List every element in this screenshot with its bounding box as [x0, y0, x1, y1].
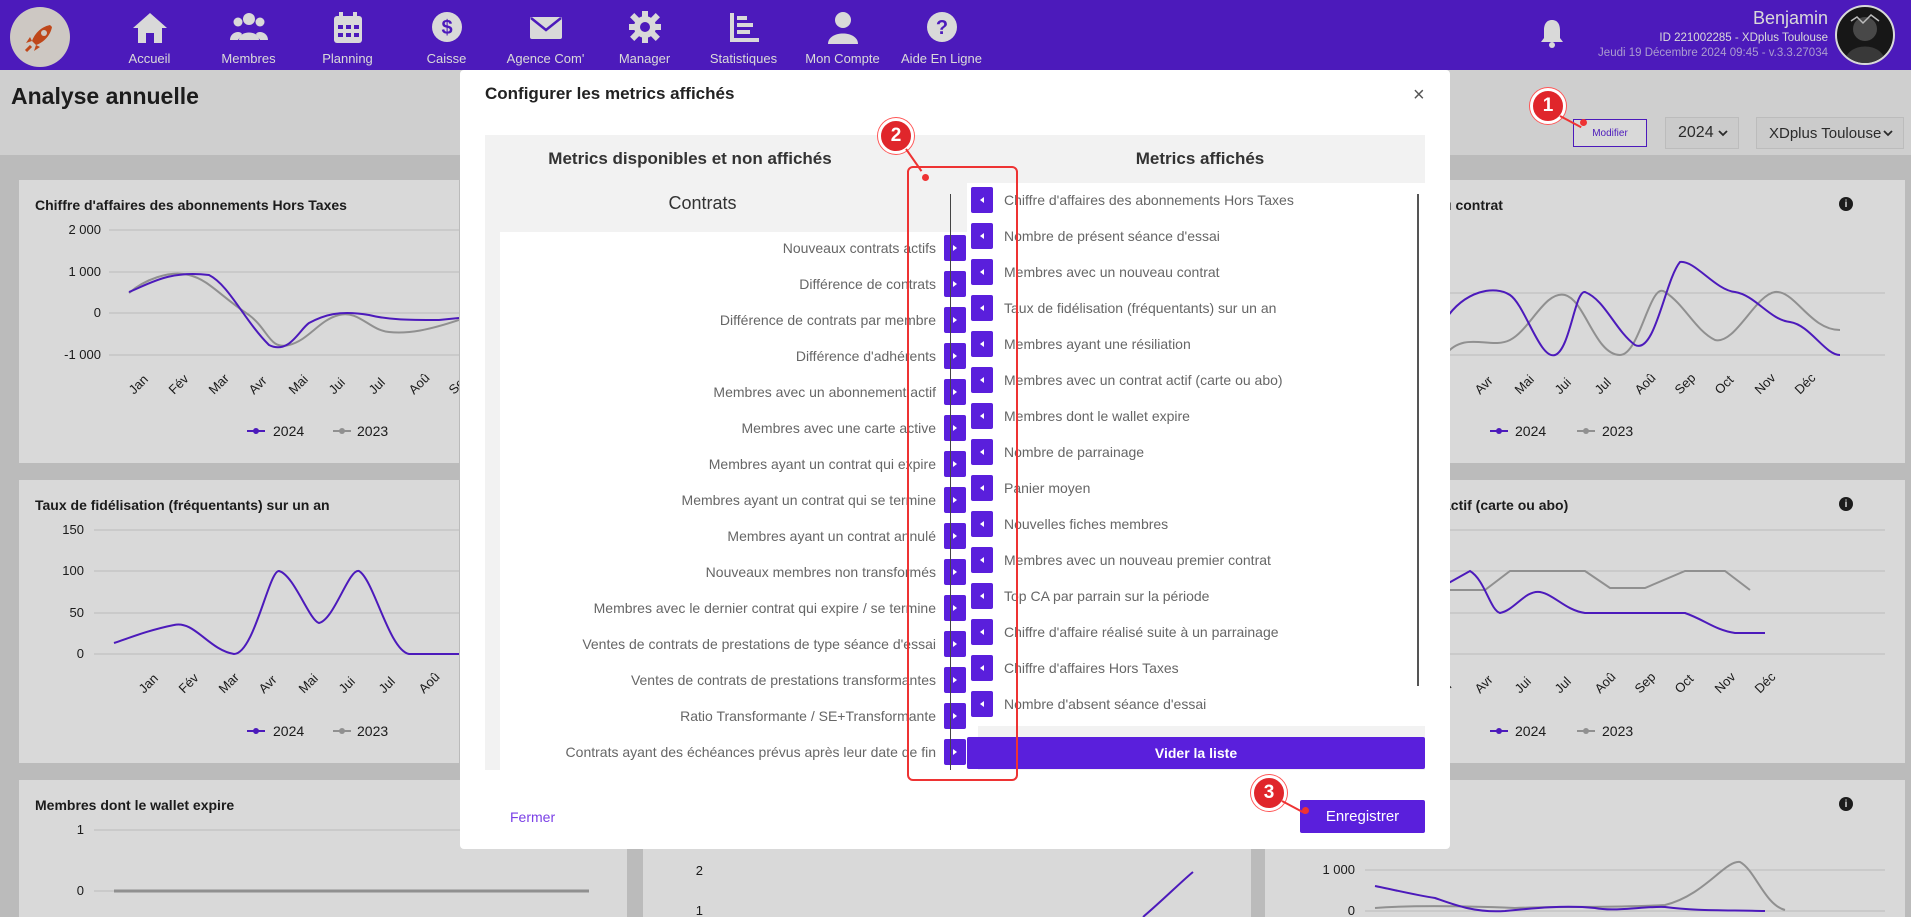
- metric-label: Chiffre d'affaires des abonnements Hors …: [1004, 192, 1294, 208]
- metric-label: Ventes de contrats de prestations de typ…: [582, 636, 936, 652]
- annotation-badge-1: 1: [1530, 88, 1566, 124]
- metric-label: Ratio Transformante / SE+Transformante: [680, 708, 936, 724]
- save-button[interactable]: Enregistrer: [1300, 800, 1425, 833]
- annotation-dot: [1580, 119, 1587, 126]
- metric-label: Top CA par parrain sur la période: [1004, 588, 1210, 604]
- metric-label: Membres ayant un contrat qui se termine: [681, 492, 936, 508]
- metric-label: Membres avec un abonnement actif: [713, 384, 936, 400]
- metric-label: Membres ayant une résiliation: [1004, 336, 1191, 352]
- metric-label: Nouvelles fiches membres: [1004, 516, 1169, 532]
- displayed-metric-row: Chiffre d'affaires des abonnements Hors …: [971, 187, 1294, 213]
- close-icon[interactable]: ×: [1413, 84, 1425, 107]
- metric-label: Nouveaux membres non transformés: [705, 564, 936, 580]
- annotation-highlight-box: [907, 166, 1018, 781]
- metric-label: Nombre de présent séance d'essai: [1004, 228, 1220, 244]
- metric-label: Membres dont le wallet expire: [1004, 408, 1190, 424]
- metric-label: Membres avec un nouveau premier contrat: [1004, 552, 1271, 568]
- metric-label: Membres ayant un contrat qui expire: [708, 456, 936, 472]
- metric-label: Membres avec un nouveau contrat: [1004, 264, 1220, 280]
- metric-label: Différence de contrats par membre: [719, 312, 936, 328]
- metric-label: Membres ayant un contrat annulé: [727, 528, 936, 544]
- group-title-contrats: Contrats: [668, 193, 737, 213]
- available-metric-row: Contrats ayant des échéances prévus aprè…: [566, 739, 966, 765]
- metric-label: Nombre d'absent séance d'essai: [1004, 696, 1207, 712]
- annotation-dot: [922, 174, 929, 181]
- annotation-dot: [1302, 807, 1309, 814]
- clear-list-button[interactable]: Vider la liste: [967, 737, 1425, 769]
- metric-label: Chiffre d'affaire réalisé suite à un par…: [1004, 624, 1279, 640]
- metric-label: Contrats ayant des échéances prévus aprè…: [565, 744, 936, 760]
- metric-label: Ventes de contrats de prestations transf…: [630, 672, 936, 688]
- annotation-badge-2: 2: [878, 118, 914, 154]
- metric-label: Membres avec un contrat actif (carte ou …: [1004, 372, 1283, 388]
- modal-title: Configurer les metrics affichés: [485, 84, 735, 103]
- metric-label: Taux de fidélisation (fréquentants) sur …: [1004, 300, 1277, 316]
- metric-label: Chiffre d'affaires Hors Taxes: [1004, 660, 1179, 676]
- close-link[interactable]: Fermer: [510, 809, 555, 825]
- right-list-scrollbar[interactable]: [1417, 194, 1419, 686]
- metric-label: Nombre de parrainage: [1004, 444, 1145, 460]
- displayed-metrics-header: Metrics affichés: [1135, 149, 1265, 168]
- available-metrics-header: Metrics disponibles et non affichés: [548, 149, 832, 168]
- annotation-badge-3: 3: [1251, 775, 1287, 811]
- metric-label: Membres avec le dernier contrat qui expi…: [593, 600, 936, 616]
